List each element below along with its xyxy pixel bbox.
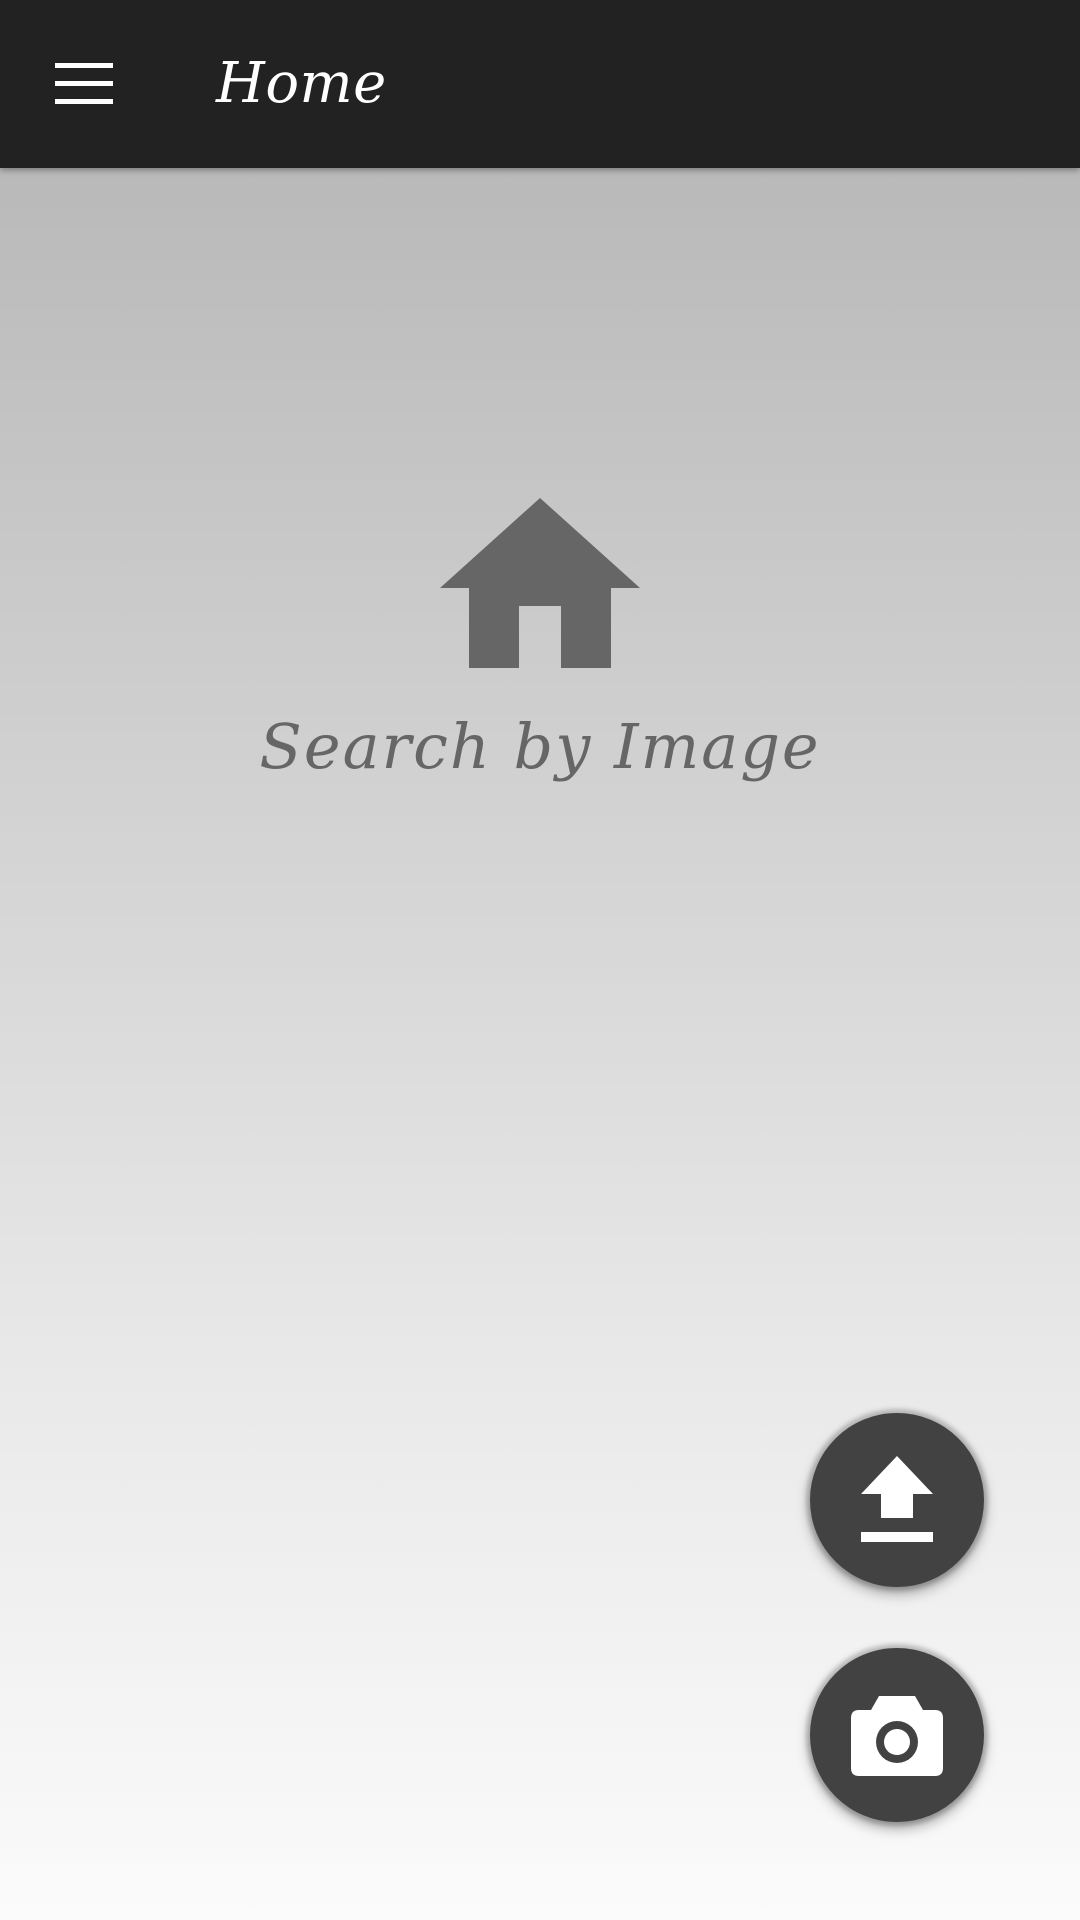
hamburger-menu-icon <box>55 63 113 104</box>
page-title: Home <box>216 51 387 116</box>
camera-icon <box>851 1696 943 1776</box>
camera-button[interactable] <box>810 1648 984 1822</box>
app-bar: Home <box>0 0 1080 168</box>
home-icon <box>440 498 640 668</box>
menu-button[interactable] <box>40 40 128 128</box>
upload-icon <box>861 1456 933 1542</box>
upload-button[interactable] <box>810 1413 984 1587</box>
empty-state: Search by Image <box>0 480 1080 783</box>
search-by-image-label: Search by Image <box>259 710 821 783</box>
